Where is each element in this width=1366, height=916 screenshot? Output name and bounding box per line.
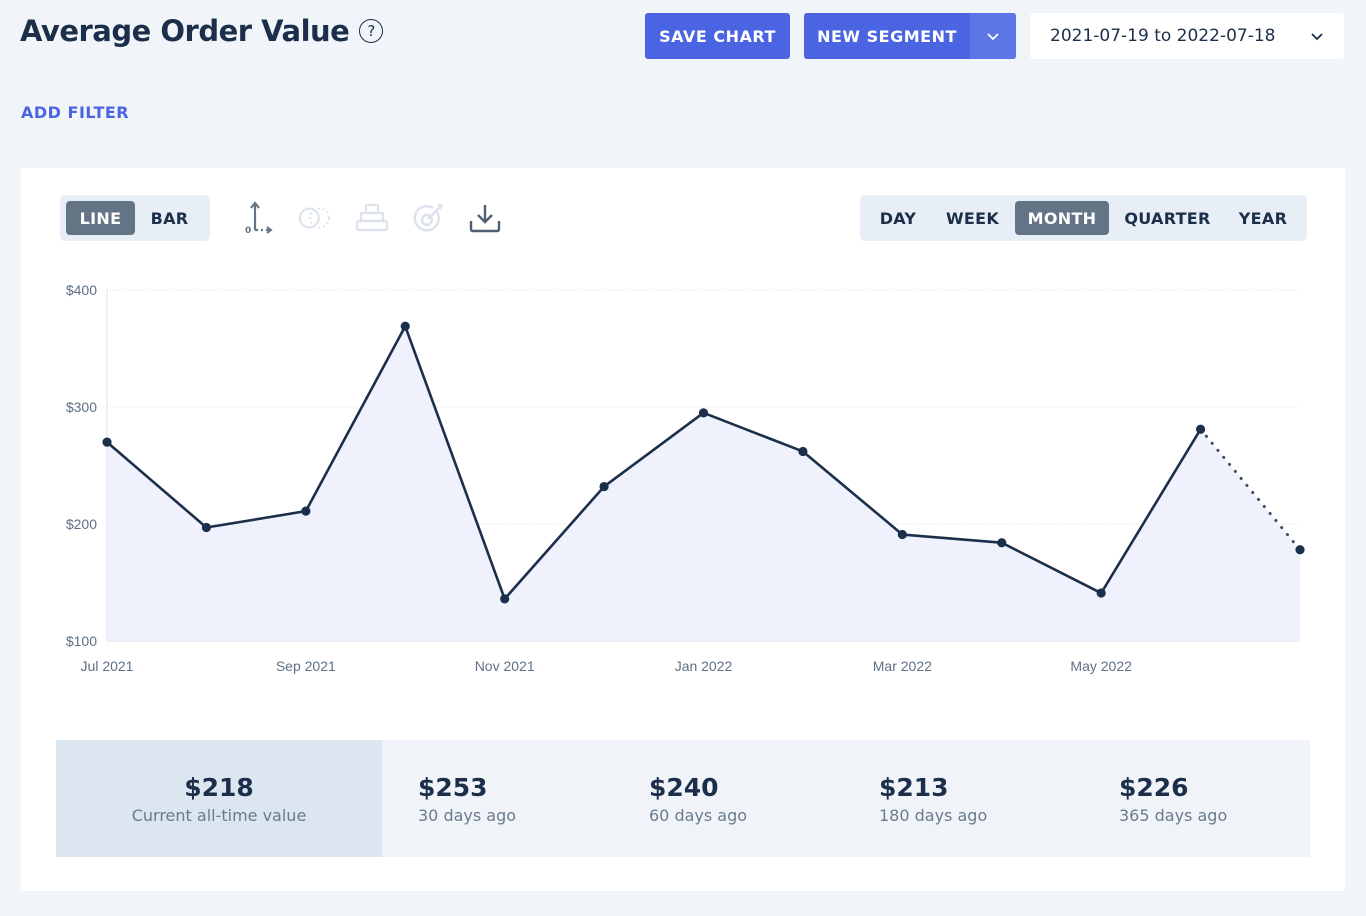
stat-label: 180 days ago [879, 805, 988, 825]
new-segment-button-group: NEW SEGMENT [804, 13, 1016, 59]
new-segment-dropdown-toggle[interactable] [970, 13, 1016, 59]
data-point [798, 446, 808, 457]
date-range-select[interactable]: 2021-07-19 to 2022-07-18 [1030, 13, 1344, 59]
stat-value: $218 [184, 772, 254, 802]
stat-label: 60 days ago [649, 805, 748, 825]
stat-value: $213 [879, 772, 949, 802]
stat-365-days: $226 365 days ago [1083, 740, 1303, 857]
page-title: Average Order Value [20, 14, 350, 48]
x-tick-label: Nov 2021 [475, 658, 535, 674]
x-tick-label: Jul 2021 [81, 658, 134, 674]
x-axis-labels: Jul 2021 Sep 2021 Nov 2021 Jan 2022 Mar 2022… [81, 658, 1133, 674]
data-point [500, 594, 510, 604]
stat-value: $240 [649, 772, 719, 802]
data-point [301, 506, 311, 516]
data-point [102, 437, 112, 447]
x-tick-label: Sep 2021 [276, 658, 336, 674]
data-point [698, 408, 709, 418]
x-tick-label: Jan 2022 [675, 658, 733, 674]
stat-180-days: $213 180 days ago [843, 740, 1083, 857]
data-point [997, 538, 1007, 548]
data-point [1096, 588, 1106, 598]
chevron-down-icon [987, 32, 999, 40]
stat-value: $226 [1119, 772, 1189, 802]
add-filter-link[interactable]: ADD FILTER [21, 103, 129, 122]
data-point [400, 321, 410, 331]
y-tick-label: $100 [66, 633, 97, 649]
stat-label: 30 days ago [418, 805, 517, 825]
data-point [1295, 545, 1305, 555]
chevron-down-icon [1311, 32, 1323, 40]
question-circle-icon[interactable]: ? [359, 19, 384, 43]
stat-current: $218 Current all-time value [56, 740, 382, 857]
data-point [201, 522, 212, 533]
stat-label: Current all-time value [131, 805, 307, 825]
chart-card: LINE BAR 0 DAY WEEK MONTH QUARTER YEAR $… [21, 168, 1345, 891]
x-tick-label: Mar 2022 [873, 658, 932, 674]
new-segment-button[interactable]: NEW SEGMENT [804, 13, 970, 59]
stat-label: 365 days ago [1119, 805, 1228, 825]
data-point [897, 529, 907, 540]
area-path [107, 326, 1300, 641]
data-point [599, 481, 609, 492]
y-tick-label: $200 [66, 516, 97, 532]
x-tick-label: May 2022 [1070, 658, 1132, 674]
line-chart: $100 $200 $300 $400 Jul 2021 Sep 2021 Nov 202… [66, 282, 1305, 674]
stat-30-days: $253 30 days ago [382, 740, 613, 857]
page-header: Average Order Value ? [20, 14, 384, 48]
stat-value: $253 [418, 772, 488, 802]
stats-bar: $218 Current all-time value $253 30 days… [56, 740, 1310, 857]
data-point [1195, 424, 1206, 434]
save-chart-button[interactable]: SAVE CHART [645, 13, 790, 59]
y-tick-label: $300 [66, 399, 97, 415]
date-range-value: 2021-07-19 to 2022-07-18 [1050, 26, 1276, 46]
stat-60-days: $240 60 days ago [613, 740, 843, 857]
y-tick-label: $400 [66, 282, 97, 298]
area-fill [107, 326, 1300, 641]
y-axis-labels: $100 $200 $300 $400 [66, 282, 97, 649]
